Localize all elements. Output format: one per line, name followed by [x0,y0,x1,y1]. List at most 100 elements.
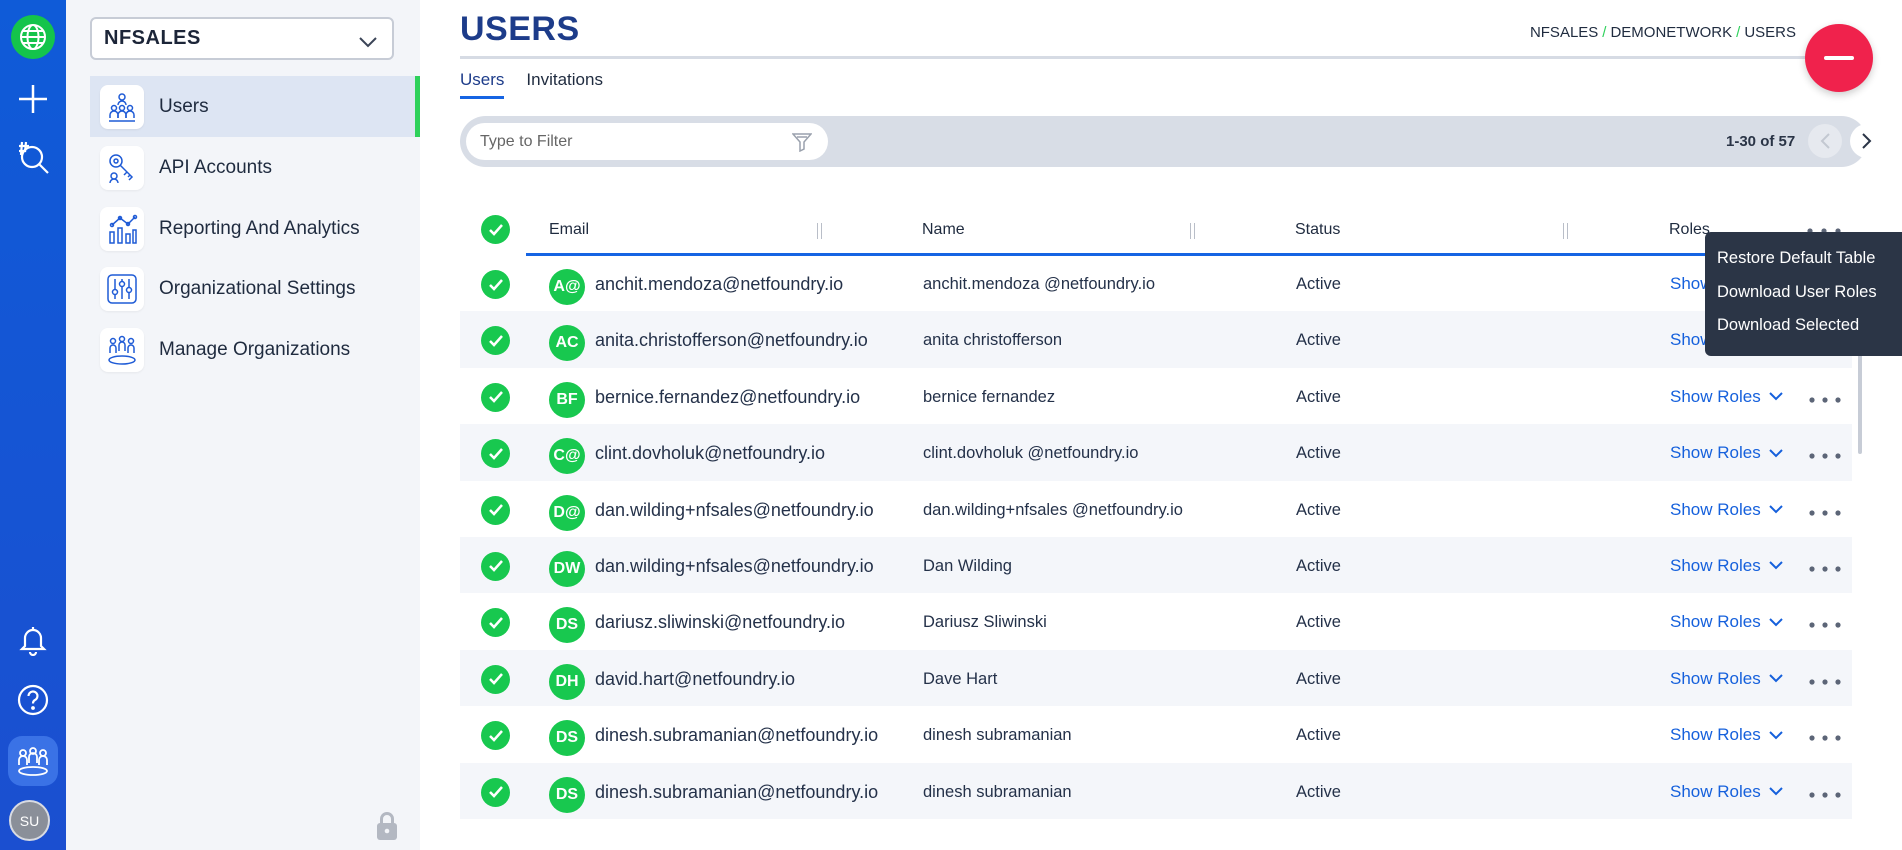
breadcrumb-item[interactable]: DEMONETWORK [1610,24,1732,41]
page-title: USERS [460,10,580,48]
user-email: clint.dovholuk@netfoundry.io [595,443,826,464]
menu-item-download-user-roles[interactable]: Download User Roles [1705,283,1902,317]
sidebar-item-organizational-settings[interactable]: Organizational Settings [90,258,420,319]
row-actions-icon[interactable] [1809,559,1841,577]
show-roles-link[interactable]: Show Roles [1670,725,1783,745]
user-name: dan.wilding+nfsales @netfoundry.io [923,500,1183,519]
user-avatar: D@ [549,494,585,531]
user-status: Active [1296,669,1341,688]
chevron-down-icon [1769,505,1783,514]
pager-next-button[interactable] [1850,124,1884,158]
column-header-status[interactable]: Status [1295,221,1340,239]
row-checkbox[interactable] [481,495,510,525]
show-roles-label: Show Roles [1670,612,1761,632]
user-status: Active [1296,500,1341,519]
show-roles-link[interactable]: Show Roles [1670,500,1783,520]
user-avatar[interactable]: SU [9,800,50,841]
row-actions-icon[interactable] [1809,446,1841,464]
row-actions-icon[interactable] [1809,503,1841,521]
show-roles-link[interactable]: Show Roles [1670,782,1783,802]
sidebar-item-api-accounts[interactable]: API Accounts [90,137,420,198]
row-checkbox[interactable] [481,270,510,299]
user-status: Active [1296,331,1341,350]
row-actions-icon[interactable] [1809,728,1841,746]
user-name: anchit.mendoza @netfoundry.io [923,275,1155,293]
chevron-down-icon [1769,392,1783,401]
row-checkbox[interactable] [481,664,510,694]
close-fab-button[interactable] [1805,24,1873,92]
table-row[interactable]: D@ dan.wilding+nfsales@netfoundry.io dan.w… [460,481,1852,537]
tab-users[interactable]: Users [460,70,505,99]
team-icon[interactable] [8,736,58,786]
sidebar-item-users[interactable]: Users [90,76,420,137]
users-table: Email Name Status Roles A@ anchit.mendoza… [460,207,1852,819]
show-roles-link[interactable]: Show Roles [1670,669,1783,689]
table-row[interactable]: DS dinesh.subramanian@netfoundry.io dinesh… [460,762,1852,819]
show-roles-link[interactable]: Show Roles [1670,387,1783,407]
organization-select-value: NFSALES [104,27,201,49]
table-row[interactable]: DH david.hart@netfoundry.io Dave Hart Activ… [460,649,1852,707]
user-name: bernice fernandez [923,387,1056,406]
sidebar-item-manage-organizations[interactable]: Manage Organizations [90,319,420,380]
sidebar-item-label: Manage Organizations [159,338,351,360]
row-actions-icon[interactable] [1809,672,1841,690]
row-actions-icon[interactable] [1809,390,1841,408]
user-email: dariusz.sliwinski@netfoundry.io [595,612,846,633]
scrollbar[interactable] [1858,354,1862,454]
show-roles-link[interactable]: Show Roles [1670,612,1783,632]
table-row[interactable]: BF bernice.fernandez@netfoundry.io bernice… [460,368,1852,424]
lock-icon[interactable] [374,810,400,847]
row-checkbox[interactable] [481,551,510,581]
filter-icon[interactable] [791,132,813,157]
row-checkbox[interactable] [481,608,510,638]
table-row[interactable]: DW dan.wilding+nfsales@netfoundry.io Dan W… [460,536,1852,594]
column-header-name[interactable]: Name [922,221,965,239]
organization-select[interactable]: NFSALES [90,17,394,60]
chevron-down-icon [1769,561,1783,570]
table-row[interactable]: A@ anchit.mendoza@netfoundry.io anchit.men… [460,255,1852,311]
row-checkbox[interactable] [481,777,510,807]
show-roles-link[interactable]: Show Roles [1670,556,1783,576]
column-resize-handle[interactable] [1190,223,1195,239]
table-row[interactable]: DS dariusz.sliwinski@netfoundry.io Dariusz… [460,593,1852,649]
table-row[interactable]: DS dinesh.subramanian@netfoundry.io dinesh… [460,706,1852,762]
pager-prev-button[interactable] [1808,124,1842,158]
tab-invitations[interactable]: Invitations [526,70,603,99]
row-actions-icon[interactable] [1809,785,1841,803]
side-navigation: NFSALES Users API Accounts Reporting And… [66,0,420,850]
menu-item-restore-default-table[interactable]: Restore Default Table [1705,249,1902,283]
select-all-checkbox[interactable] [481,215,510,244]
column-header-email[interactable]: Email [549,221,589,239]
chevron-down-icon [1769,730,1783,740]
column-header-roles[interactable]: Roles [1669,221,1710,239]
row-checkbox[interactable] [481,326,510,356]
column-resize-handle[interactable] [817,223,822,239]
organizations-icon [100,327,144,372]
user-avatar: DS [549,720,585,757]
user-avatar: DH [549,663,585,700]
user-avatar: AC [549,325,585,362]
user-name: Dariusz Sliwinski [923,613,1047,632]
table-header: Email Name Status Roles [460,207,1852,256]
sidebar-item-reporting[interactable]: Reporting And Analytics [90,198,420,259]
table-row[interactable]: C@ clint.dovholuk@netfoundry.io clint.dovh… [460,424,1852,481]
show-roles-link[interactable]: Show Roles [1670,443,1783,463]
plus-icon[interactable] [9,75,57,123]
user-name: clint.dovholuk @netfoundry.io [923,444,1139,463]
table-row[interactable]: AC anita.christofferson@netfoundry.io anit… [460,311,1852,368]
row-checkbox[interactable] [481,439,510,469]
breadcrumb-item[interactable]: NFSALES [1530,24,1598,41]
hashtag-search-icon[interactable] [9,134,57,182]
user-avatar: BF [549,381,585,418]
column-resize-handle[interactable] [1563,223,1568,239]
breadcrumb-item: USERS [1744,24,1796,41]
row-actions-icon[interactable] [1809,615,1841,633]
globe-icon[interactable] [9,13,57,61]
row-checkbox[interactable] [481,382,510,412]
user-name: dinesh subramanian [923,782,1072,801]
menu-item-download-selected[interactable]: Download Selected [1705,316,1902,350]
row-checkbox[interactable] [481,721,510,751]
filter-input[interactable] [466,123,828,160]
bell-icon[interactable] [9,616,57,664]
help-icon[interactable] [9,676,57,724]
